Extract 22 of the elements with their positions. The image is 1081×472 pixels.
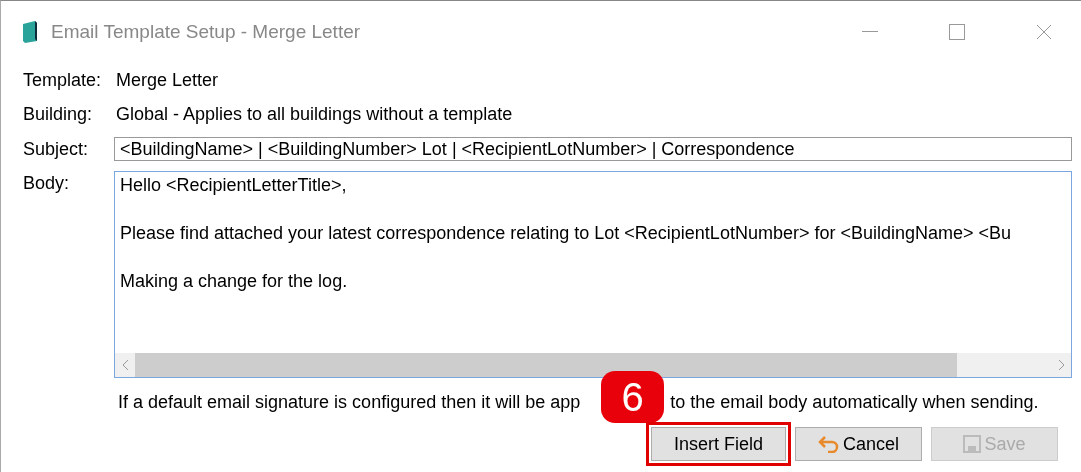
- body-text: Hello <RecipientLetterTitle>,: [120, 175, 348, 196]
- body-text: Making a change for the log.: [120, 271, 349, 292]
- field-label: Template:: [23, 69, 103, 91]
- field-value: Global - Applies to all buildings without a template: [116, 103, 513, 125]
- field-label: Building:: [23, 103, 94, 125]
- signature-note: to the email body automatically when sending.: [670, 391, 1039, 413]
- undo-icon: [818, 435, 840, 453]
- subject-field[interactable]: <BuildingName> | <BuildingNumber> Lot | <RecipientLotNumber> | Correspondence: [114, 137, 1072, 161]
- field-label: Subject:: [23, 138, 90, 160]
- dialog-button[interactable]: Cancel: [795, 427, 922, 461]
- field-value: Merge Letter: [116, 69, 219, 91]
- body-text: Please find attached your latest correspondence relating to Lot <RecipientLotNumber> for <BuildingName> <Bu: [120, 223, 1013, 244]
- body-field[interactable]: Hello <RecipientLetterTitle>, Please find attached your latest correspondence relating to Lot <RecipientLotNumber> for <BuildingName> <Bu Making a change for the log.: [114, 171, 1072, 378]
- scroll-left-icon[interactable]: [121, 359, 129, 371]
- window-title: Email Template Setup - Merge Letter: [51, 21, 362, 43]
- dialog-button[interactable]: Insert Field: [651, 427, 786, 461]
- scroll-right-icon[interactable]: [1057, 359, 1065, 371]
- signature-note: If a default email signature is configured then it will be app: [118, 391, 581, 413]
- app-logo-icon: [21, 20, 39, 44]
- horizontal-scrollbar[interactable]: [115, 353, 1071, 377]
- step-badge: 6: [601, 371, 664, 423]
- field-label: Body:: [23, 172, 71, 194]
